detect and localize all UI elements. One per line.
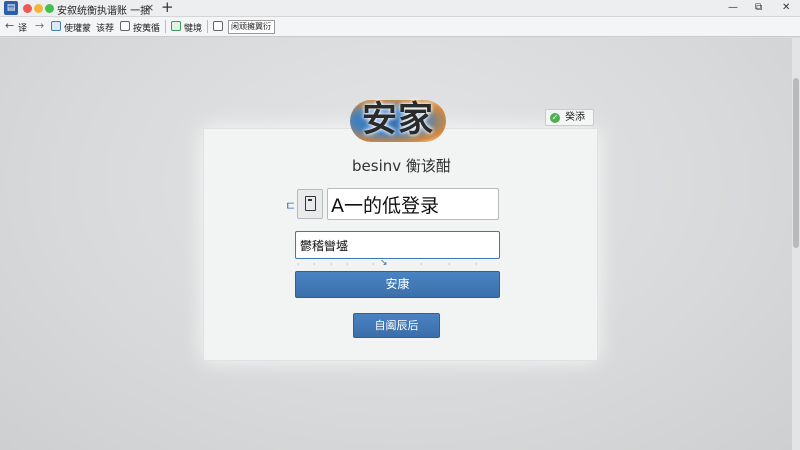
toolbar-item-1[interactable]: 使瓘蒙: [64, 21, 91, 34]
tab-title[interactable]: 安叙统衡执谐账 一捆: [57, 2, 150, 17]
secondary-button[interactable]: 自阖辰后: [353, 313, 440, 338]
divider-dot: ·: [297, 260, 300, 269]
check-icon: ✓: [550, 113, 560, 123]
side-mark: ㄷ: [285, 199, 297, 213]
login-button[interactable]: 安康: [295, 271, 500, 298]
password-input[interactable]: [295, 231, 500, 259]
divider-dot: ·: [313, 260, 316, 269]
new-tab-button[interactable]: +: [161, 0, 174, 16]
phone-icon: [305, 196, 316, 211]
toolbar-field[interactable]: 闲顽擁翼衍: [228, 20, 275, 34]
divider-dot: ·: [448, 260, 451, 269]
toolbar: ← 译 → 使瓘蒙 该荐 按荑循 犍境 闲顽擁翼衍: [0, 17, 800, 37]
toolbar-divider: [165, 20, 166, 33]
toolbar-item-3[interactable]: 按荑循: [133, 21, 160, 34]
close-dot-icon[interactable]: [23, 4, 32, 13]
maximize-dot-icon[interactable]: [45, 4, 54, 13]
title-bar: ▤ 安叙统衡执谐账 一捆 × + — ⧉ ✕: [0, 0, 800, 17]
toolbar-item-4[interactable]: 犍境: [184, 21, 202, 34]
logo: 安家: [350, 96, 446, 146]
scrollbar[interactable]: [792, 38, 800, 450]
status-badge[interactable]: ✓ 癸添: [545, 109, 594, 126]
back-arrow-icon[interactable]: ←: [5, 19, 14, 32]
text-cursor-icon: ↘: [380, 258, 388, 268]
minimize-dot-icon[interactable]: [34, 4, 43, 13]
copy-icon[interactable]: [120, 21, 130, 31]
username-input[interactable]: [327, 188, 499, 220]
toolbar-item-2[interactable]: 该荐: [96, 21, 114, 34]
user-field-icon-box: [297, 189, 323, 219]
forward-arrow-icon[interactable]: →: [35, 19, 44, 32]
scrollbar-thumb[interactable]: [793, 78, 799, 248]
window-icon[interactable]: [213, 21, 223, 31]
divider-dot: ·: [346, 260, 349, 269]
toolbar-divider: [207, 20, 208, 33]
window-minimize-button[interactable]: —: [728, 2, 738, 13]
divider-dot: ·: [372, 260, 375, 269]
back-label[interactable]: 译: [18, 21, 27, 34]
window-close-button[interactable]: ✕: [782, 2, 790, 13]
divider-dot: ·: [420, 260, 423, 269]
logo-text: 安家: [361, 100, 434, 140]
window-maximize-button[interactable]: ⧉: [755, 2, 762, 13]
tab-close-icon[interactable]: ×: [145, 1, 154, 14]
chart-icon[interactable]: [171, 21, 181, 31]
doc-icon: ▤: [4, 1, 18, 15]
badge-label: 癸添: [565, 112, 585, 123]
divider-dot: ·: [330, 260, 333, 269]
login-subtitle: besinv 衡该酣: [352, 157, 451, 175]
image-icon[interactable]: [51, 21, 61, 31]
divider-dot: ·: [475, 260, 478, 269]
